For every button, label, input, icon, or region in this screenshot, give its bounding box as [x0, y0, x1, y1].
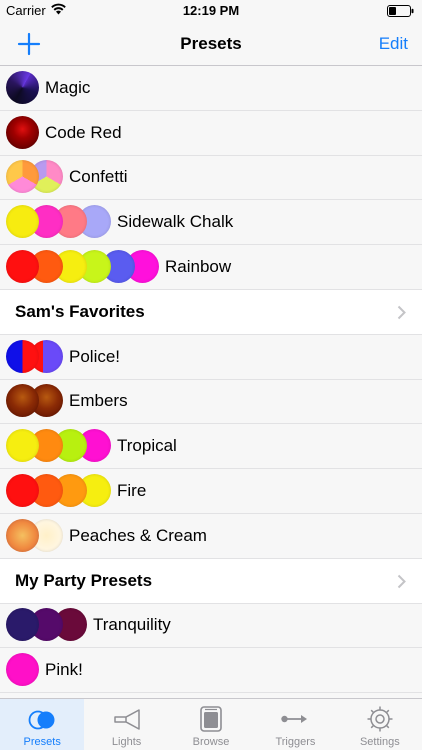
preset-label: Tropical [117, 436, 177, 456]
preset-label: Confetti [69, 167, 128, 187]
tab-triggers[interactable]: Triggers [253, 699, 337, 750]
preset-row[interactable]: Rainbow [0, 245, 422, 290]
group-label: My Party Presets [15, 570, 153, 590]
edit-button[interactable]: Edit [379, 34, 408, 54]
tab-presets[interactable]: Presets [0, 699, 85, 750]
preset-label: Embers [69, 391, 128, 411]
light-icon [113, 709, 140, 730]
color-swatches [6, 204, 111, 240]
tab-label-settings: Settings [359, 736, 400, 748]
preset-row[interactable]: Code Red [0, 110, 422, 156]
preset-row[interactable]: Peaches & Cream [0, 513, 422, 559]
color-swatch [6, 115, 39, 149]
preset-row[interactable]: Fire [0, 469, 422, 514]
preset-group-row[interactable]: My Party Presets [0, 558, 422, 604]
preset-label: Code Red [45, 122, 122, 142]
browse-icon [200, 706, 222, 732]
preset-label: Fire [117, 481, 147, 501]
preset-group-row[interactable]: Sam's Favorites [0, 289, 422, 335]
tab-label-lights: Lights [111, 736, 142, 748]
color-swatches [6, 115, 39, 151]
preset-label: Police! [69, 346, 121, 366]
color-swatches [6, 607, 87, 643]
color-swatch [6, 653, 39, 687]
preset-list[interactable]: Magic Code Red Confetti Sidewalk Chalk Rainb… [0, 66, 422, 698]
chevron-right-icon [397, 305, 406, 320]
color-swatch [6, 608, 39, 642]
color-swatch [6, 518, 39, 552]
page-title: Presets [180, 34, 242, 53]
color-swatches [6, 249, 159, 285]
color-swatch [6, 70, 39, 104]
color-swatch [6, 339, 39, 373]
preset-row[interactable]: Pink! [0, 648, 422, 694]
color-swatches [6, 70, 39, 106]
tab-label-browse: Browse [192, 736, 230, 748]
triggers-icon [281, 715, 308, 723]
gear-icon [367, 706, 393, 732]
chevron-right-icon [397, 574, 406, 588]
navigation-bar: Presets Edit [0, 22, 422, 66]
preset-label: Tranquility [93, 615, 171, 635]
tab-browse[interactable]: Browse [169, 699, 253, 750]
tab-bar: Presets Lights Browse Triggers Settings [0, 698, 422, 750]
color-swatch [6, 160, 39, 194]
color-swatch [6, 474, 39, 508]
tab-label-presets: Presets [23, 736, 61, 748]
preset-row[interactable]: Tropical [0, 424, 422, 470]
tab-label-triggers: Triggers [275, 736, 316, 748]
color-swatches [6, 159, 63, 195]
color-swatches [6, 518, 63, 554]
color-swatches [6, 428, 111, 464]
color-swatches [6, 473, 111, 509]
status-bar: Carrier 12:19 PM [0, 0, 422, 22]
color-swatches [6, 383, 63, 419]
color-swatches [6, 339, 63, 375]
preset-label: Pink! [45, 660, 83, 680]
status-time: 12:19 PM [182, 3, 240, 18]
preset-label: Rainbow [165, 257, 232, 277]
preset-row[interactable]: Confetti [0, 155, 422, 201]
presets-icon [28, 710, 55, 730]
tab-settings[interactable]: Settings [338, 699, 422, 750]
preset-row[interactable]: Magic [0, 66, 422, 111]
preset-row[interactable]: Embers [0, 379, 422, 425]
color-swatches [6, 652, 39, 688]
preset-row[interactable]: Police! [0, 334, 422, 380]
color-swatch [6, 250, 39, 284]
preset-row[interactable]: Tranquility [0, 603, 422, 649]
tab-lights[interactable]: Lights [84, 699, 168, 750]
group-label: Sam's Favorites [15, 301, 145, 321]
preset-label: Magic [45, 77, 91, 97]
preset-label: Sidewalk Chalk [117, 212, 234, 232]
preset-row[interactable]: Sidewalk Chalk [0, 200, 422, 246]
battery-icon [387, 5, 414, 17]
preset-label: Peaches & Cream [69, 525, 207, 545]
color-swatch [6, 384, 39, 418]
